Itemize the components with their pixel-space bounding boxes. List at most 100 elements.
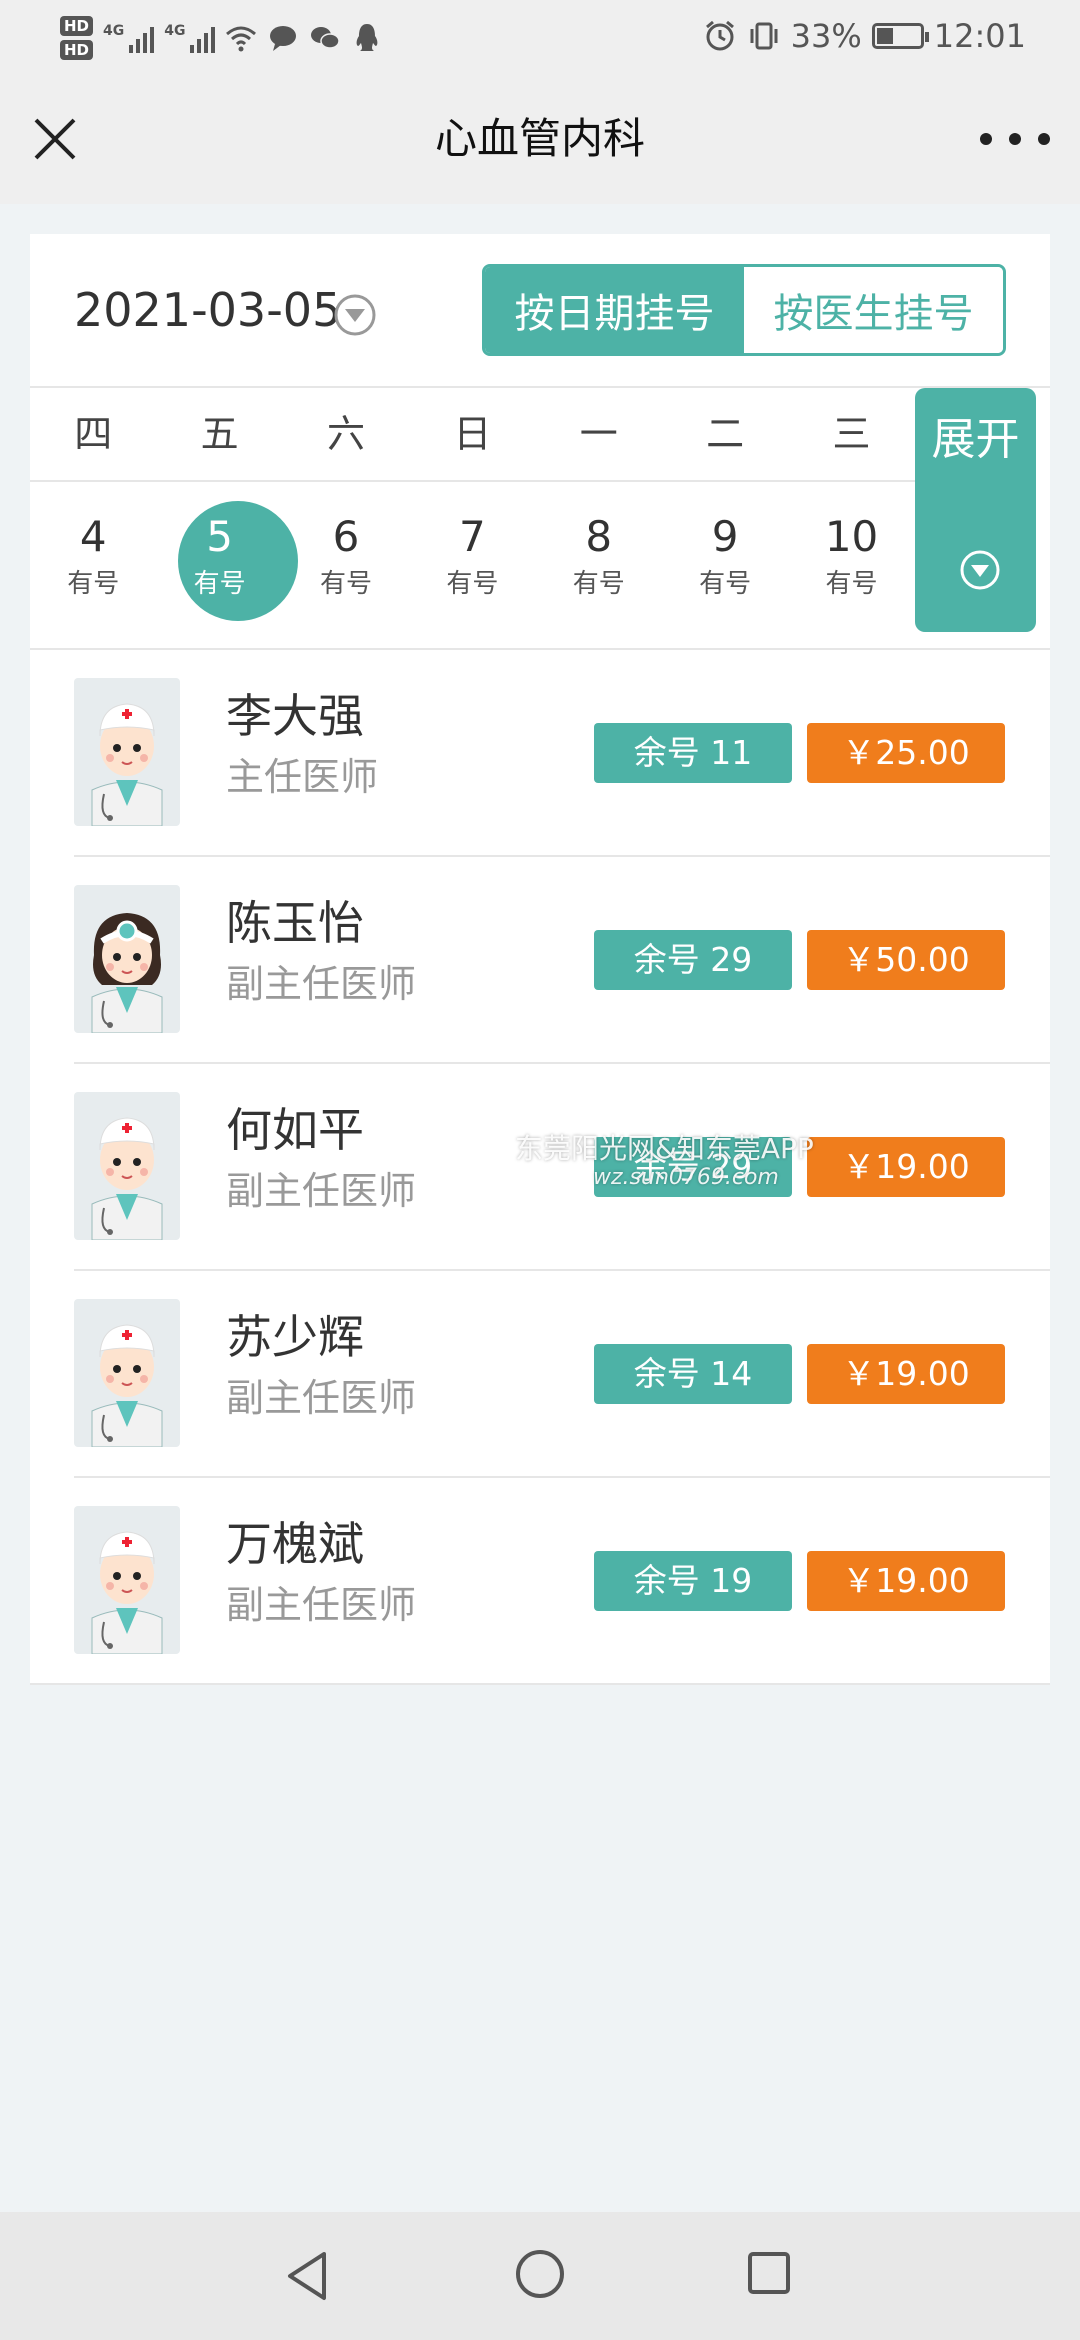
battery-icon [871, 23, 929, 49]
date-row: 2021-03-05 按日期挂号 按医生挂号 [30, 234, 1050, 386]
wechat-icon [311, 27, 341, 49]
hd-badge-2: HD [60, 40, 94, 60]
vibrate-icon [750, 22, 778, 50]
weekday-label: 四 [74, 412, 113, 456]
signal-1-icon: 4G [103, 23, 155, 53]
weekday-label: 三 [832, 412, 871, 456]
remaining-slots-badge: 余号 29 [594, 930, 792, 990]
day-availability: 有号 [319, 569, 372, 599]
doctor-title: 主任医师 [226, 755, 379, 799]
price-badge: ￥19.00 [807, 1551, 1005, 1611]
tab-by-doctor[interactable]: 按医生挂号 [744, 267, 1003, 353]
wifi-icon [226, 26, 257, 52]
day-cell[interactable]: 7 有号 [409, 484, 535, 650]
day-number: 9 [711, 512, 739, 561]
doctor-avatar [74, 885, 180, 1033]
clock: 12:01 [933, 17, 1026, 55]
mode-toggle: 按日期挂号 按医生挂号 [482, 264, 1006, 356]
remaining-slots-badge: 余号 29 [594, 1137, 792, 1197]
day-number: 5 [206, 512, 233, 561]
doctor-row[interactable]: 万槐斌 副主任医师 余号 19 ￥19.00 [30, 1478, 1050, 1685]
doctor-name: 苏少辉 [226, 1310, 364, 1364]
day-number: 6 [332, 512, 360, 561]
day-row: 4 有号 5 有号 6 有号 7 有号 8 有号 9 有号 10 有号 [30, 484, 915, 650]
male-doctor-icon [91, 1324, 163, 1447]
hd-badges: HD HD [60, 16, 94, 60]
price-badge: ￥19.00 [807, 1137, 1005, 1197]
weekday-label: 一 [579, 412, 618, 456]
day-availability: 有号 [572, 569, 625, 599]
status-bar: HD HD 4G 4G 33% 12:01 [0, 0, 1080, 72]
day-availability: 有号 [193, 569, 246, 599]
day-cell-selected[interactable]: 5 有号 [156, 484, 299, 650]
qq-icon [357, 24, 378, 51]
doctor-name: 万槐斌 [226, 1517, 364, 1571]
doctor-title: 副主任医师 [226, 1583, 417, 1627]
female-doctor-icon [91, 913, 163, 1033]
expand-label: 展开 [931, 414, 1020, 465]
doctor-row[interactable]: 何如平 副主任医师 余号 29 ￥19.00 [30, 1064, 1050, 1271]
day-number: 10 [824, 512, 879, 561]
doctor-title: 副主任医师 [226, 1376, 417, 1420]
day-cell[interactable]: 10 有号 [788, 484, 914, 650]
weekday-label: 二 [706, 412, 745, 456]
expand-chevron-icon [960, 550, 1000, 590]
status-right: 33% 12:01 [703, 14, 1026, 58]
alarm-icon [705, 20, 734, 51]
weekday-header: 四 五 六 日 一 二 三 [30, 388, 915, 482]
doctor-list: 李大强 主任医师 余号 11 ￥25.00 陈玉怡 副主任医师 余号 29 ￥5… [30, 648, 1050, 1685]
dropdown-icon[interactable] [332, 292, 378, 338]
system-nav-bar [0, 2212, 1080, 2340]
price-badge: ￥50.00 [807, 930, 1005, 990]
back-triangle-icon[interactable] [280, 2248, 336, 2304]
day-cell[interactable]: 8 有号 [536, 484, 662, 650]
doctor-avatar [74, 1299, 180, 1447]
weekday-label: 六 [326, 412, 365, 456]
doctor-name: 何如平 [226, 1103, 364, 1157]
day-cell[interactable]: 9 有号 [662, 484, 788, 650]
day-cell[interactable]: 6 有号 [283, 484, 409, 650]
signal-2-icon: 4G [164, 23, 216, 53]
weekday-label: 五 [200, 412, 239, 456]
day-number: 4 [79, 512, 107, 561]
price-badge: ￥25.00 [807, 723, 1005, 783]
day-availability: 有号 [699, 569, 752, 599]
doctor-name: 陈玉怡 [226, 896, 364, 950]
hd-badge-1: HD [60, 16, 94, 36]
male-doctor-icon [91, 1117, 163, 1240]
day-availability: 有号 [67, 569, 120, 599]
date-selector[interactable]: 2021-03-05 [74, 282, 341, 338]
status-left: HD HD 4G 4G [60, 8, 383, 68]
doctor-title: 副主任医师 [226, 1169, 417, 1213]
recent-apps-icon[interactable] [746, 2250, 792, 2296]
day-availability: 有号 [446, 569, 499, 599]
expand-button[interactable]: 展开 [915, 388, 1036, 632]
price-badge: ￥19.00 [807, 1344, 1005, 1404]
message-icon [270, 26, 297, 51]
doctor-row[interactable]: 苏少辉 副主任医师 余号 14 ￥19.00 [30, 1271, 1050, 1478]
doctor-name: 李大强 [226, 689, 364, 743]
day-cell[interactable]: 4 有号 [30, 484, 156, 650]
schedule-card: 2021-03-05 按日期挂号 按医生挂号 四 五 六 日 一 二 三 4 有… [30, 234, 1050, 1685]
week-calendar: 四 五 六 日 一 二 三 4 有号 5 有号 6 有号 7 有号 8 有号 9… [30, 386, 1050, 648]
remaining-slots-badge: 余号 19 [594, 1551, 792, 1611]
doctor-avatar [74, 678, 180, 826]
day-availability: 有号 [825, 569, 878, 599]
doctor-avatar [74, 1506, 180, 1654]
tab-by-date[interactable]: 按日期挂号 [485, 267, 744, 353]
title-bar: 心血管内科 [0, 72, 1080, 204]
day-number: 7 [459, 512, 486, 561]
doctor-title: 副主任医师 [226, 962, 417, 1006]
home-circle-icon[interactable] [514, 2248, 566, 2300]
weekday-label: 日 [453, 412, 492, 456]
male-doctor-icon [91, 1531, 163, 1654]
day-number: 8 [585, 512, 613, 561]
male-doctor-icon [91, 703, 163, 826]
remaining-slots-badge: 余号 11 [594, 723, 792, 783]
doctor-row[interactable]: 陈玉怡 副主任医师 余号 29 ￥50.00 [30, 857, 1050, 1064]
page-title: 心血管内科 [434, 114, 645, 163]
doctor-row[interactable]: 李大强 主任医师 余号 11 ￥25.00 [30, 650, 1050, 857]
battery-percent: 33% [790, 17, 862, 55]
doctor-avatar [74, 1092, 180, 1240]
more-menu-icon[interactable] [980, 122, 1050, 156]
